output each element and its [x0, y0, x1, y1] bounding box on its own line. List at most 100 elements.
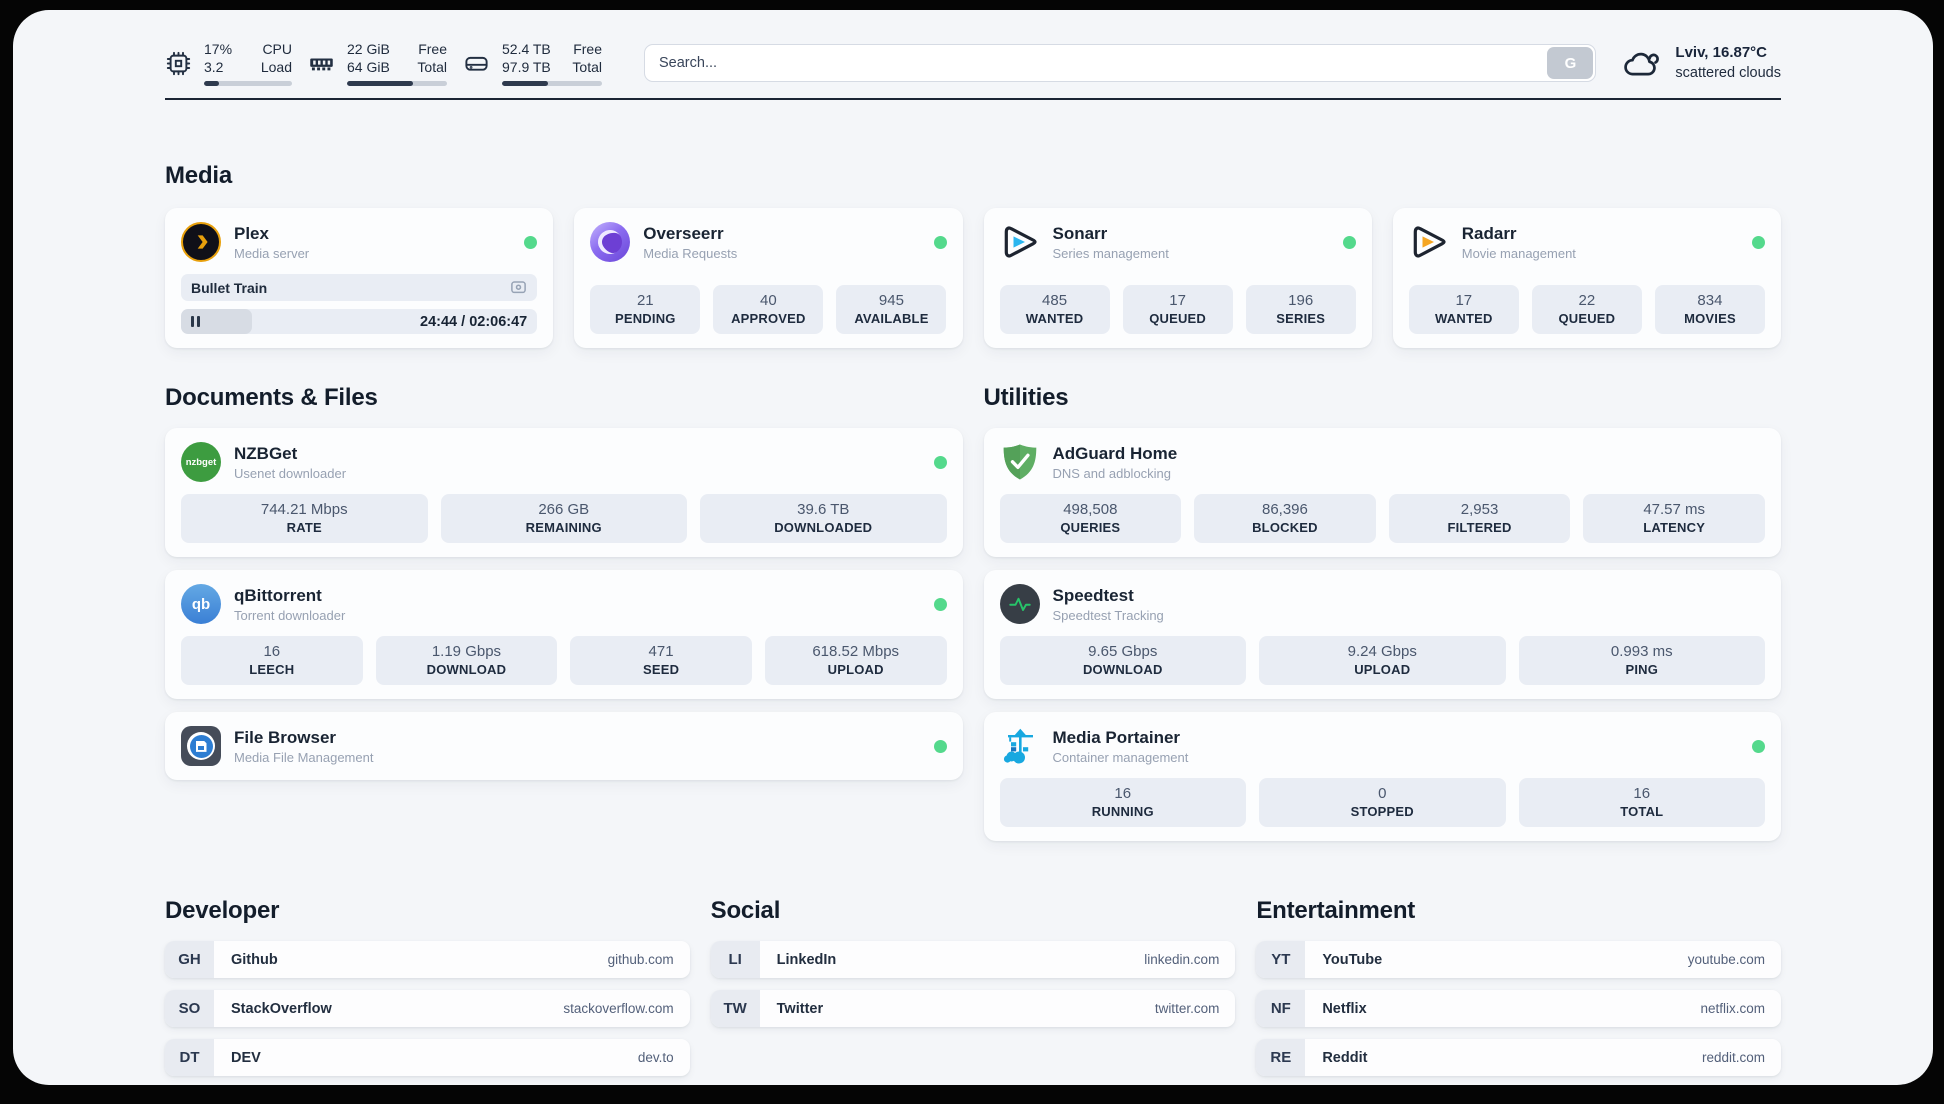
section-title-developer: Developer — [165, 897, 280, 925]
stat-tile: 471 SEED — [570, 636, 752, 686]
app-card-radarr[interactable]: Radarr Movie management 17 WANTED 22 QUEUE… — [1392, 208, 1781, 349]
app-card-speedtest[interactable]: Speedtest Speedtest Tracking 9.65 Gbps DO… — [983, 570, 1781, 700]
stat-tile: 0.993 ms PING — [1518, 636, 1765, 686]
link-abbr-badge: SO — [165, 990, 214, 1028]
link-netflix[interactable]: NF Netflix netflix.com — [1256, 990, 1781, 1028]
sonarr-icon — [1000, 222, 1040, 262]
disk-progressbar — [502, 81, 602, 87]
disk-widget: 52.4 TB Free 97.9 TB Total — [463, 40, 602, 87]
app-card-filebrowser[interactable]: File Browser Media File Management — [165, 712, 963, 781]
stat-tile: 1.19 Gbps DOWNLOAD — [375, 636, 558, 686]
app-title: Plex — [234, 223, 269, 243]
portainer-icon — [1000, 726, 1040, 766]
section-title-media: Media — [165, 162, 233, 190]
filebrowser-icon — [181, 726, 221, 767]
app-title: Speedtest — [1052, 585, 1134, 605]
disk-total-value: 97.9 TB — [502, 59, 551, 76]
link-dev[interactable]: DT DEV dev.to — [165, 1039, 690, 1077]
now-playing-title: Bullet Train — [191, 279, 268, 296]
stat-tile: 16 RUNNING — [999, 778, 1246, 828]
app-subtitle: Container management — [1052, 749, 1189, 765]
app-subtitle: Torrent downloader — [234, 607, 346, 623]
search-input[interactable] — [644, 44, 1597, 83]
app-card-qbittorrent[interactable]: qb qBittorrent Torrent downloader 16 LEEC… — [165, 570, 963, 700]
stat-tile: 0 STOPPED — [1259, 778, 1506, 828]
link-abbr-badge: GH — [165, 941, 214, 979]
app-title: Radarr — [1461, 223, 1517, 243]
online-status-dot — [933, 597, 947, 611]
cloud-icon — [1624, 52, 1660, 76]
app-subtitle: Media File Management — [234, 749, 374, 765]
link-twitter[interactable]: TW Twitter twitter.com — [710, 990, 1236, 1028]
section-title-documents: Documents & Files — [165, 384, 378, 412]
cpu-label: CPU — [262, 41, 292, 57]
app-card-plex[interactable]: Plex Media server Bullet Train 24:44 / 0… — [165, 208, 554, 349]
stat-tile: 16 LEECH — [181, 636, 363, 686]
search-engine-button[interactable]: G — [1547, 47, 1594, 80]
search-bar: G — [644, 44, 1597, 83]
link-abbr-badge: NF — [1256, 990, 1306, 1028]
link-github[interactable]: GH Github github.com — [165, 941, 690, 979]
link-abbr-badge: YT — [1256, 941, 1306, 979]
cpu-load-label: Load — [260, 59, 292, 76]
stat-tile: 498,508 QUERIES — [999, 494, 1182, 544]
online-status-dot — [1342, 235, 1356, 249]
memory-total-label: Total — [417, 59, 447, 76]
app-title: AdGuard Home — [1052, 443, 1178, 463]
disk-free-value: 52.4 TB — [502, 41, 551, 57]
stat-tile: 21 PENDING — [590, 285, 701, 335]
app-subtitle: Speedtest Tracking — [1052, 607, 1164, 623]
radarr-icon — [1409, 222, 1449, 262]
app-card-portainer[interactable]: Media Portainer Container management 16 R… — [983, 712, 1781, 842]
now-playing-row: Bullet Train — [181, 274, 538, 302]
memory-total-value: 64 GiB — [347, 59, 390, 76]
cpu-widget: 17% CPU 3.2 Load — [165, 40, 292, 87]
app-title: File Browser — [234, 727, 337, 747]
stat-tile: 744.21 Mbps RATE — [181, 494, 428, 544]
link-reddit[interactable]: RE Reddit reddit.com — [1256, 1039, 1781, 1077]
section-title-entertainment: Entertainment — [1256, 897, 1416, 925]
app-subtitle: Media server — [234, 245, 310, 261]
stat-tile: 9.65 Gbps DOWNLOAD — [999, 636, 1246, 686]
app-card-overseerr[interactable]: Overseerr Media Requests 21 PENDING 40 APP… — [574, 208, 963, 349]
link-youtube[interactable]: YT YouTube youtube.com — [1256, 941, 1781, 979]
app-title: qBittorrent — [234, 585, 322, 605]
app-subtitle: Series management — [1052, 245, 1169, 261]
link-linkedin[interactable]: LI LinkedIn linkedin.com — [710, 941, 1236, 979]
stat-tile: 485 WANTED — [999, 285, 1110, 335]
stat-tile: 39.6 TB DOWNLOADED — [700, 494, 947, 544]
app-card-nzbget[interactable]: nzbget NZBGet Usenet downloader 744.21 M… — [165, 428, 963, 558]
link-abbr-badge: TW — [710, 990, 760, 1028]
section-title-utilities: Utilities — [983, 384, 1069, 412]
cpu-load-value: 3.2 — [204, 59, 224, 76]
app-card-adguard[interactable]: AdGuard Home DNS and adblocking 498,508 Q… — [983, 428, 1781, 558]
link-abbr-badge: RE — [1256, 1039, 1306, 1077]
cpu-icon — [166, 51, 191, 75]
stat-tile: 266 GB REMAINING — [440, 494, 687, 544]
stat-tile: 17 WANTED — [1408, 285, 1519, 335]
stat-tile: 47.57 ms LATENCY — [1583, 494, 1765, 544]
link-abbr-badge: LI — [710, 941, 760, 979]
header-bar: 17% CPU 3.2 Load 22 GiB Free 64 GiB Total — [165, 10, 1781, 87]
cast-icon[interactable] — [510, 279, 527, 296]
speedtest-icon — [999, 584, 1040, 625]
online-status-dot — [1752, 235, 1765, 249]
stat-tile: 945 AVAILABLE — [836, 285, 947, 335]
online-status-dot — [1752, 739, 1765, 753]
plex-icon — [181, 222, 221, 263]
stat-tile: 2,953 FILTERED — [1388, 494, 1571, 544]
app-title: NZBGet — [234, 443, 298, 463]
stat-tile: 22 QUEUED — [1531, 285, 1642, 335]
section-title-social: Social — [710, 897, 781, 925]
disk-progress-fill — [502, 81, 548, 87]
overseerr-icon — [590, 222, 631, 263]
weather-widget: Lviv, 16.87°C scattered clouds — [1622, 43, 1781, 83]
memory-progress-fill — [347, 81, 413, 87]
disk-icon — [465, 56, 488, 71]
memory-free-value: 22 GiB — [347, 41, 390, 57]
dashboard-page: 17% CPU 3.2 Load 22 GiB Free 64 GiB Total — [13, 10, 1933, 1085]
link-stackoverflow[interactable]: SO StackOverflow stackoverflow.com — [165, 990, 690, 1028]
link-abbr-badge: DT — [165, 1039, 214, 1077]
app-card-sonarr[interactable]: Sonarr Series management 485 WANTED 17 QUE… — [983, 208, 1372, 349]
ram-icon — [310, 58, 333, 71]
